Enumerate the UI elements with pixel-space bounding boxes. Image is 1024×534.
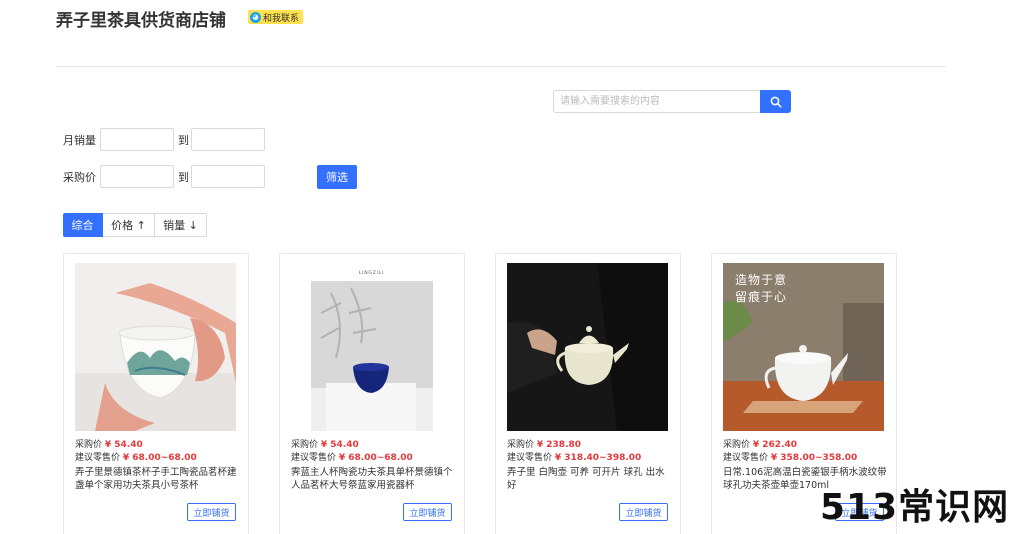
purchase-price-max-input[interactable] [191,165,265,188]
product-card[interactable]: LINGZILI 采购价 ¥ 54.40 建议零售价 ¥ 68.00~68.00… [279,253,465,534]
product-card[interactable]: 采购价 ¥ 54.40 建议零售价 ¥ 68.00~68.00 弄子里景德镇茶杯… [63,253,249,534]
search-icon [770,96,782,108]
purchase-price-label: 采购价 [63,171,96,184]
watermark: 513常识网 [820,487,1010,528]
filter-button[interactable]: 筛选 [317,165,357,189]
retail-price: 建议零售价 ¥ 68.00~68.00 [75,450,197,463]
sort-price-tab[interactable]: 价格 ↑ [103,213,155,237]
product-name[interactable]: 弄子里 白陶壶 可养 可开片 球孔 出水好 [507,466,671,492]
sort-sales-tab[interactable]: 销量 ↓ [155,213,207,237]
retail-price-value: ¥ 68.00~68.00 [338,453,413,463]
qq-icon: ◕ [250,11,261,23]
purchase-price-value: ¥ 54.40 [320,440,359,450]
product-name[interactable]: 霁蓝主人杯陶瓷功夫茶具单杯景德镇个人品茗杯大号祭蓝家用瓷器杯 [291,466,455,492]
purchase-price: 采购价 ¥ 238.80 [507,437,581,450]
sort-tabs: 综合 价格 ↑ 销量 ↓ [63,213,207,237]
monthly-sales-min-input[interactable] [100,128,174,151]
monthly-sales-max-input[interactable] [191,128,265,151]
purchase-price: 采购价 ¥ 54.40 [75,437,143,450]
image-caption-line-1: 造物于意 [735,273,788,287]
shop-title: 弄子里茶具供货商店铺 [56,11,226,31]
stock-now-button[interactable]: 立即铺货 [187,503,236,521]
retail-price-label: 建议零售价 [291,453,337,463]
contact-button[interactable]: ◕ 和我联系 [248,10,304,24]
retail-price: 建议零售价 ¥ 68.00~68.00 [291,450,413,463]
purchase-price-label: 采购价 [723,440,751,450]
purchase-price-label: 采购价 [507,440,535,450]
retail-price: 建议零售价 ¥ 358.00~358.00 [723,450,857,463]
product-image[interactable] [291,263,452,431]
retail-price-value: ¥ 358.00~358.00 [770,453,858,463]
header-divider [56,66,946,67]
purchase-price-value: ¥ 262.40 [752,440,798,450]
product-image[interactable] [507,263,668,431]
search-input[interactable]: 请输入需要搜索的内容 [553,90,760,113]
purchase-price-value: ¥ 54.40 [104,440,143,450]
retail-price-value: ¥ 318.40~398.00 [554,453,642,463]
product-name[interactable]: 弄子里景德镇茶杯子手工陶瓷品茗杯建盏单个家用功夫茶具小号茶杯 [75,466,239,492]
page: 弄子里茶具供货商店铺 ◕ 和我联系 请输入需要搜索的内容 月销量 到 采购价 到… [0,0,1024,534]
retail-price-label: 建议零售价 [75,453,121,463]
sort-comprehensive-tab[interactable]: 综合 [63,213,103,237]
stock-now-button[interactable]: 立即铺货 [403,503,452,521]
image-caption-line-2: 留痕于心 [735,290,788,304]
retail-price-value: ¥ 68.00~68.00 [122,453,197,463]
purchase-price: 采购价 ¥ 262.40 [723,437,797,450]
purchase-price-min-input[interactable] [100,165,174,188]
purchase-price-value: ¥ 238.80 [536,440,582,450]
stock-now-button[interactable]: 立即铺货 [619,503,668,521]
product-card[interactable]: 采购价 ¥ 238.80 建议零售价 ¥ 318.40~398.00 弄子里 白… [495,253,681,534]
purchase-price-label: 采购价 [291,440,319,450]
retail-price-label: 建议零售价 [723,453,769,463]
search-button[interactable] [760,90,791,113]
monthly-sales-label: 月销量 [63,134,96,147]
contact-label: 和我联系 [263,13,300,24]
retail-price: 建议零售价 ¥ 318.40~398.00 [507,450,641,463]
purchase-price-to-label: 到 [178,171,189,184]
product-image[interactable] [75,263,236,431]
monthly-sales-to-label: 到 [178,134,189,147]
image-brand-text: LINGZILI [358,271,385,276]
purchase-price-label: 采购价 [75,440,103,450]
retail-price-label: 建议零售价 [507,453,553,463]
purchase-price: 采购价 ¥ 54.40 [291,437,359,450]
